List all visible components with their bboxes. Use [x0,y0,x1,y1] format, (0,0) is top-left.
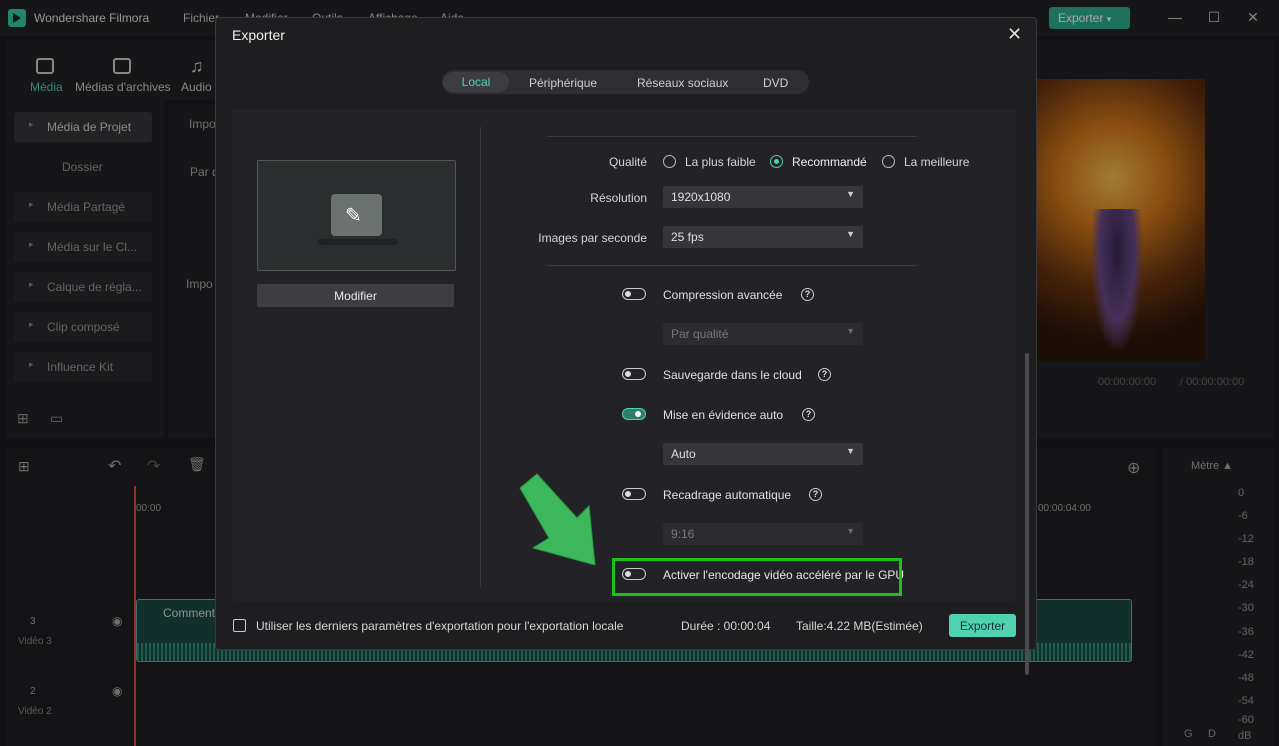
export-target-tabs: Local Périphérique Réseaux sociaux DVD [442,70,809,94]
edit-icon: ✎ [331,194,382,236]
size-text: Taille:4.22 MB(Estimée) [796,619,923,633]
advanced-compression-label: Compression avancée [663,288,783,302]
quality-lowest-radio[interactable] [663,155,676,168]
auto-reframe-toggle[interactable] [622,488,646,500]
quality-label: Qualité [608,155,647,169]
divider [547,265,917,266]
use-last-settings-checkbox[interactable] [233,619,246,632]
tab-device[interactable]: Périphérique [529,76,597,90]
quality-best-label[interactable]: La meilleure [904,155,969,169]
auto-highlight-label: Mise en évidence auto [663,408,784,422]
reframe-ratio-select[interactable]: 9:16 ▼ [663,523,863,545]
auto-highlight-select[interactable]: Auto ▼ [663,443,863,465]
chevron-down-icon: ▼ [846,446,855,456]
compression-mode-select[interactable]: Par qualité ▼ [663,323,863,345]
quality-lowest-label[interactable]: La plus faible [685,155,756,169]
help-icon[interactable]: ? [809,488,822,501]
chevron-down-icon: ▼ [846,229,855,239]
annotation-arrow-icon [519,473,596,566]
quality-recommended-radio[interactable] [770,155,783,168]
cloud-backup-label: Sauvegarde dans le cloud [663,368,802,382]
divider [480,127,481,587]
export-button[interactable]: Exporter [949,614,1016,637]
resolution-select[interactable]: 1920x1080 ▼ [663,186,863,208]
cloud-backup-toggle[interactable] [622,368,646,380]
tab-social[interactable]: Réseaux sociaux [637,76,728,90]
export-dialog: Exporter ✕ Local Périphérique Réseaux so… [215,17,1037,675]
help-icon[interactable]: ? [802,408,815,421]
export-settings-panel: ✎ Modifier Qualité La plus faible Recomm… [232,109,1029,675]
fps-select[interactable]: 25 fps ▼ [663,226,863,248]
thumbnail-shadow [318,239,398,245]
settings-scrollbar[interactable] [1025,353,1029,675]
auto-highlight-toggle[interactable] [622,408,646,420]
modify-button[interactable]: Modifier [257,284,454,307]
export-thumbnail[interactable]: ✎ [257,160,456,271]
tab-dvd[interactable]: DVD [763,76,788,90]
gpu-highlight-box [612,558,902,596]
chevron-down-icon: ▼ [846,526,855,536]
fps-label: Images par seconde [538,231,647,245]
divider [547,136,917,137]
tab-local[interactable]: Local [443,72,509,92]
quality-recommended-label[interactable]: Recommandé [792,155,867,169]
close-icon[interactable]: ✕ [1007,24,1022,45]
quality-best-radio[interactable] [882,155,895,168]
use-last-settings-label[interactable]: Utiliser les derniers paramètres d'expor… [256,619,623,633]
auto-reframe-label: Recadrage automatique [663,488,792,502]
chevron-down-icon: ▼ [846,189,855,199]
help-icon[interactable]: ? [818,368,831,381]
resolution-label: Résolution [590,191,647,205]
dialog-title: Exporter [232,27,285,43]
duration-text: Durée : 00:00:04 [681,619,771,633]
chevron-down-icon: ▼ [846,326,855,336]
advanced-compression-toggle[interactable] [622,288,646,300]
help-icon[interactable]: ? [801,288,814,301]
